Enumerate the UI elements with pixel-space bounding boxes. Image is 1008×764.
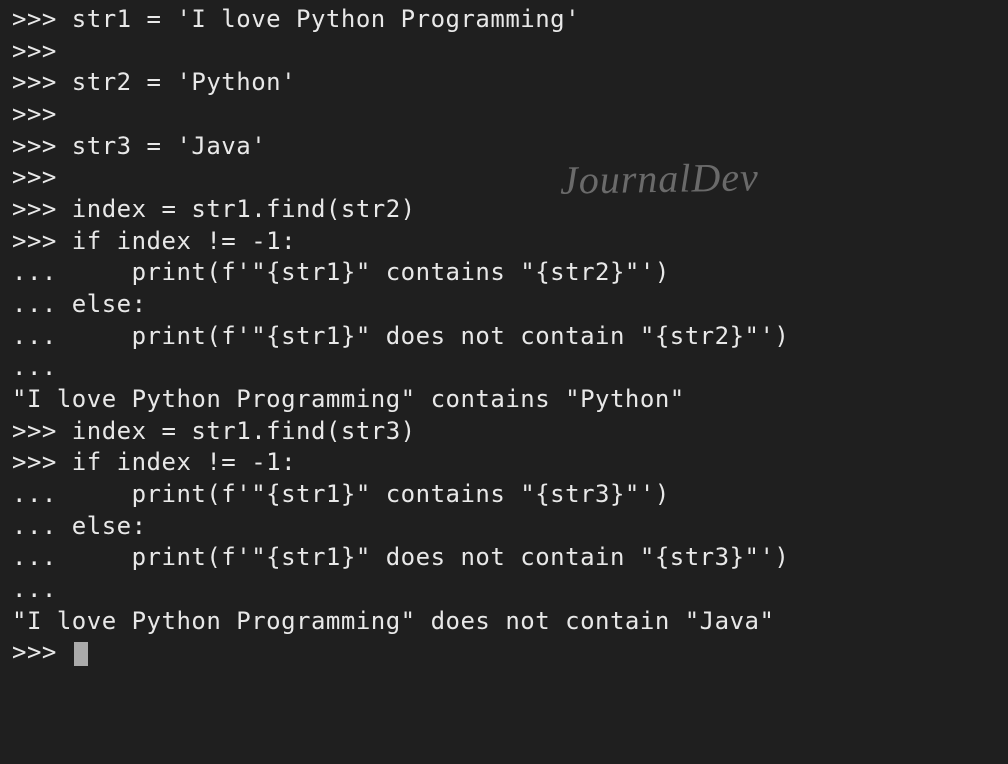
cursor xyxy=(74,642,88,666)
terminal-line: ... print(f'"{str1}" contains "{str2}"') xyxy=(12,257,996,289)
terminal-line: "I love Python Programming" does not con… xyxy=(12,606,996,638)
terminal-line: >>> str3 = 'Java' xyxy=(12,131,996,163)
terminal-line: ... else: xyxy=(12,289,996,321)
prompt-symbol: >>> xyxy=(12,638,72,666)
terminal-prompt-line[interactable]: >>> xyxy=(12,637,996,669)
terminal-line: >>> index = str1.find(str2) xyxy=(12,194,996,226)
terminal-line: ... xyxy=(12,574,996,606)
terminal-line: >>> if index != -1: xyxy=(12,226,996,258)
terminal-line: >>> str2 = 'Python' xyxy=(12,67,996,99)
terminal-line: >>> str1 = 'I love Python Programming' xyxy=(12,4,996,36)
terminal-line: ... print(f'"{str1}" contains "{str3}"') xyxy=(12,479,996,511)
terminal-line: ... print(f'"{str1}" does not contain "{… xyxy=(12,321,996,353)
terminal-line: >>> index = str1.find(str3) xyxy=(12,416,996,448)
terminal-line: >>> xyxy=(12,99,996,131)
terminal-line: ... print(f'"{str1}" does not contain "{… xyxy=(12,542,996,574)
terminal-line: "I love Python Programming" contains "Py… xyxy=(12,384,996,416)
terminal-line: >>> xyxy=(12,162,996,194)
terminal-line: ... else: xyxy=(12,511,996,543)
terminal-output: >>> str1 = 'I love Python Programming'>>… xyxy=(0,0,1008,673)
terminal-line: >>> xyxy=(12,36,996,68)
terminal-line: >>> if index != -1: xyxy=(12,447,996,479)
terminal-line: ... xyxy=(12,352,996,384)
